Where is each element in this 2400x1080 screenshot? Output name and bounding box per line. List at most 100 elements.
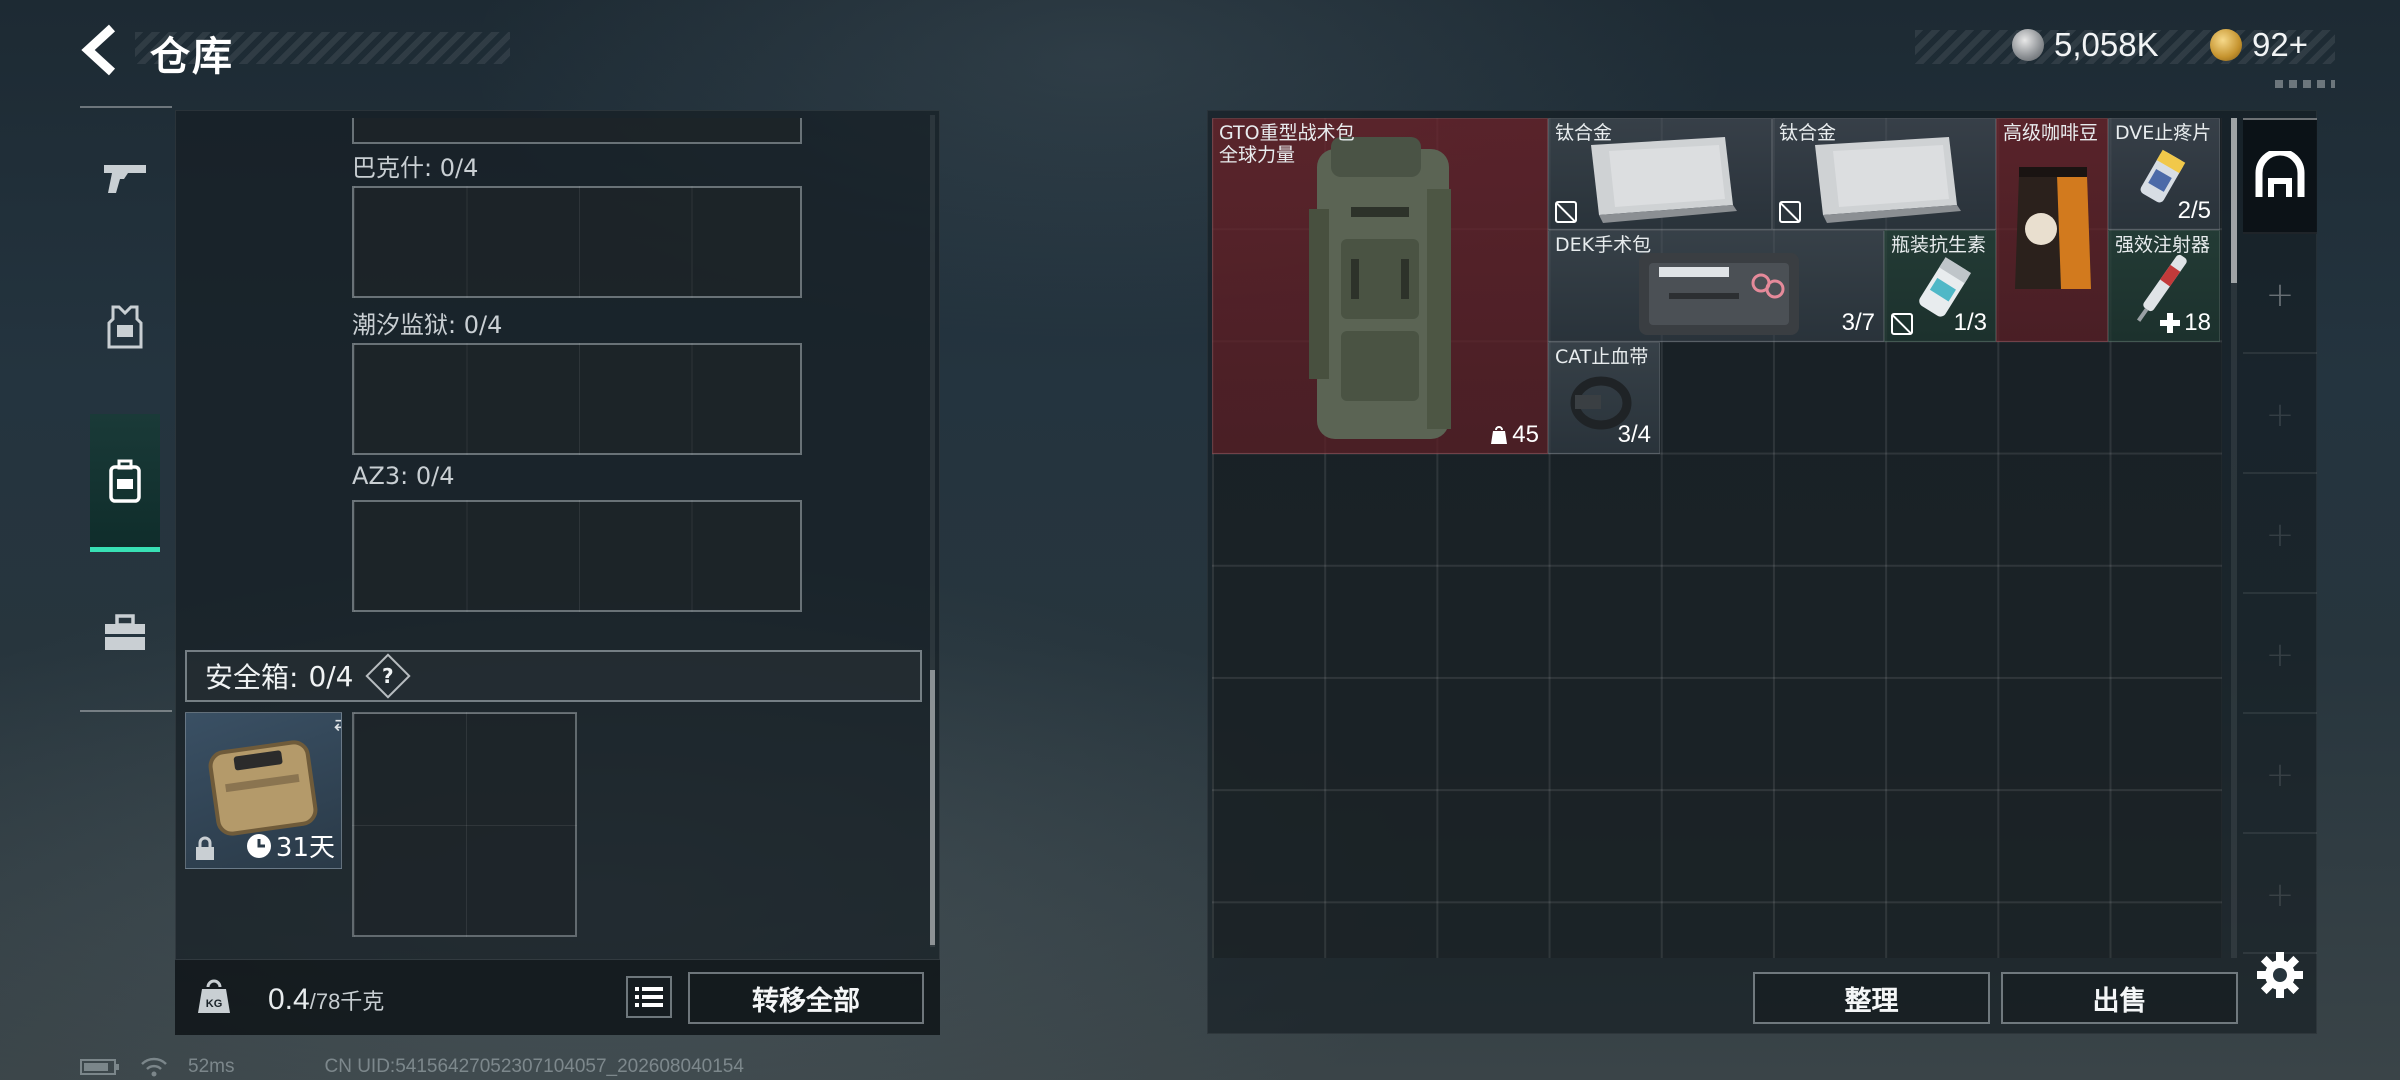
stash-grid[interactable]: GTO重型战术包 全球力量 45 钛合金 钛合金 高级咖啡豆 DVE止疼片 2/… [1212, 118, 2222, 958]
item-count: 18 [2160, 309, 2211, 337]
gold-coin-icon [2210, 29, 2242, 61]
tab-add-stash[interactable]: + [2243, 598, 2317, 714]
category-sidebar [80, 106, 172, 712]
item-name: 强效注射器 [2115, 234, 2211, 256]
tab-add-stash[interactable]: + [2243, 478, 2317, 594]
backpack-item-icon [1309, 137, 1451, 439]
silver-amount: 5,058K [2054, 26, 2159, 63]
chevron-left-icon [81, 24, 116, 76]
status-line: 52ms CN UID:5415642705230710405​7_202608… [80, 1056, 744, 1078]
item-count: 3/7 [1841, 309, 1875, 336]
no-trade-icon [1779, 201, 1801, 223]
list-view-button[interactable] [626, 976, 672, 1018]
no-trade-icon [1555, 201, 1577, 223]
list-icon [635, 987, 663, 1007]
backpack-icon [109, 459, 141, 503]
gear-icon [2257, 952, 2303, 998]
plus-icon: + [2265, 515, 2295, 555]
silver-coin-icon [2012, 29, 2044, 61]
item-count: 45 [1490, 421, 1539, 449]
tab-add-stash[interactable]: + [2243, 838, 2317, 954]
item-count: 3/4 [1617, 421, 1651, 448]
item-count: 1/3 [1953, 309, 1987, 336]
back-button[interactable] [76, 22, 126, 78]
plus-icon: + [2265, 875, 2295, 915]
ping-text: 52ms [188, 1056, 235, 1077]
slot-grid[interactable] [352, 500, 802, 612]
plus-icon: + [2265, 275, 2295, 315]
weight-icon: KG [198, 979, 230, 1013]
decor-dots [2275, 80, 2335, 88]
uid-text: CN UID:5415642705230710405​7_20260804015… [324, 1056, 744, 1077]
settings-button[interactable] [2255, 950, 2305, 1000]
stash-item[interactable]: 强效注射器 18 [2108, 230, 2220, 342]
tidy-button[interactable]: 整理 [1753, 972, 1990, 1024]
weight-small-icon [1491, 426, 1508, 444]
item-name: GTO重型战术包 全球力量 [1219, 122, 1355, 166]
briefcase-icon [105, 614, 145, 650]
sell-button[interactable]: 出售 [2001, 972, 2238, 1024]
item-name: 钛合金 [1779, 122, 1837, 144]
gun-icon [104, 165, 146, 193]
svg-text:KG: KG [206, 998, 223, 1010]
stash-item[interactable]: CAT止血带 3/4 [1548, 342, 1660, 454]
tab-stash-main[interactable] [2243, 118, 2317, 234]
item-name: 高级咖啡豆 [2003, 122, 2099, 144]
duration-text: 31天 [275, 833, 335, 863]
silver-currency[interactable]: 5,058K [2012, 26, 2159, 64]
slot-grid-partial [352, 118, 802, 144]
stash-item[interactable]: 钛合金 [1772, 118, 1996, 230]
weight-max: /78千克 [309, 989, 385, 1014]
container-tabs: + + + + + + [2243, 118, 2317, 958]
stash-item[interactable]: DVE止疼片 2/5 [2108, 118, 2220, 230]
slot-grid[interactable] [352, 186, 802, 298]
safe-box-grid[interactable] [352, 712, 577, 937]
wifi-icon [141, 1057, 167, 1077]
item-count: 2/5 [2177, 197, 2211, 224]
item-name: CAT止血带 [1555, 346, 1649, 368]
duration-badge: 31天 [246, 827, 335, 864]
sidebar-item-backpack[interactable] [90, 414, 160, 552]
plus-icon: + [2265, 635, 2295, 675]
tab-add-stash[interactable]: + [2243, 358, 2317, 474]
stash-item[interactable]: 瓶装抗生素 1/3 [1884, 230, 1996, 342]
safe-box-header: 安全箱: 0/4 ? [185, 650, 922, 702]
slot-label: AZ3: 0/4 [352, 462, 455, 490]
stash-item[interactable]: GTO重型战术包 全球力量 45 [1212, 118, 1548, 454]
safe-box-label: 安全箱: [205, 661, 299, 694]
slot-grid[interactable] [352, 343, 802, 455]
slot-label: 巴克什: 0/4 [352, 154, 479, 182]
tab-add-stash[interactable]: + [2243, 238, 2317, 354]
weight-current: 0.4 [268, 983, 310, 1016]
tab-add-stash[interactable]: + [2243, 718, 2317, 834]
stash-item[interactable]: DEK手术包 3/7 [1548, 230, 1884, 342]
stash-scrollbar-thumb[interactable] [2231, 118, 2237, 283]
no-trade-icon [1891, 313, 1913, 335]
plus-icon: + [2265, 395, 2295, 435]
weight-readout: 0.4/78千克 [268, 983, 384, 1017]
gold-currency[interactable]: 92+ [2210, 26, 2308, 64]
sidebar-item-cases[interactable] [90, 564, 160, 702]
page-title: 仓库 [150, 34, 234, 80]
sidebar-item-weapons[interactable] [90, 108, 160, 246]
transfer-all-button[interactable]: 转移全部 [688, 972, 924, 1024]
item-name: DEK手术包 [1555, 234, 1652, 256]
lock-icon [196, 836, 214, 860]
clock-icon [246, 833, 271, 858]
sidebar-item-armor[interactable] [90, 258, 160, 396]
stash-item[interactable]: 高级咖啡豆 [1996, 118, 2108, 342]
vest-icon [107, 305, 143, 349]
plus-icon: + [2265, 755, 2295, 795]
gold-amount: 92+ [2252, 26, 2308, 63]
scrollbar-thumb[interactable] [930, 670, 935, 945]
battery-icon [80, 1059, 119, 1075]
item-name: DVE止疼片 [2115, 122, 2212, 144]
stash-home-icon [2255, 151, 2305, 197]
help-icon[interactable]: ? [364, 653, 411, 699]
plus-icon [2160, 313, 2181, 333]
item-name: 钛合金 [1555, 122, 1613, 144]
safe-box-count: 0/4 [308, 659, 354, 693]
stash-item[interactable]: 钛合金 [1548, 118, 1772, 230]
coffee-bag-icon [2015, 167, 2091, 289]
safe-box-item[interactable]: 31天 [185, 712, 342, 869]
